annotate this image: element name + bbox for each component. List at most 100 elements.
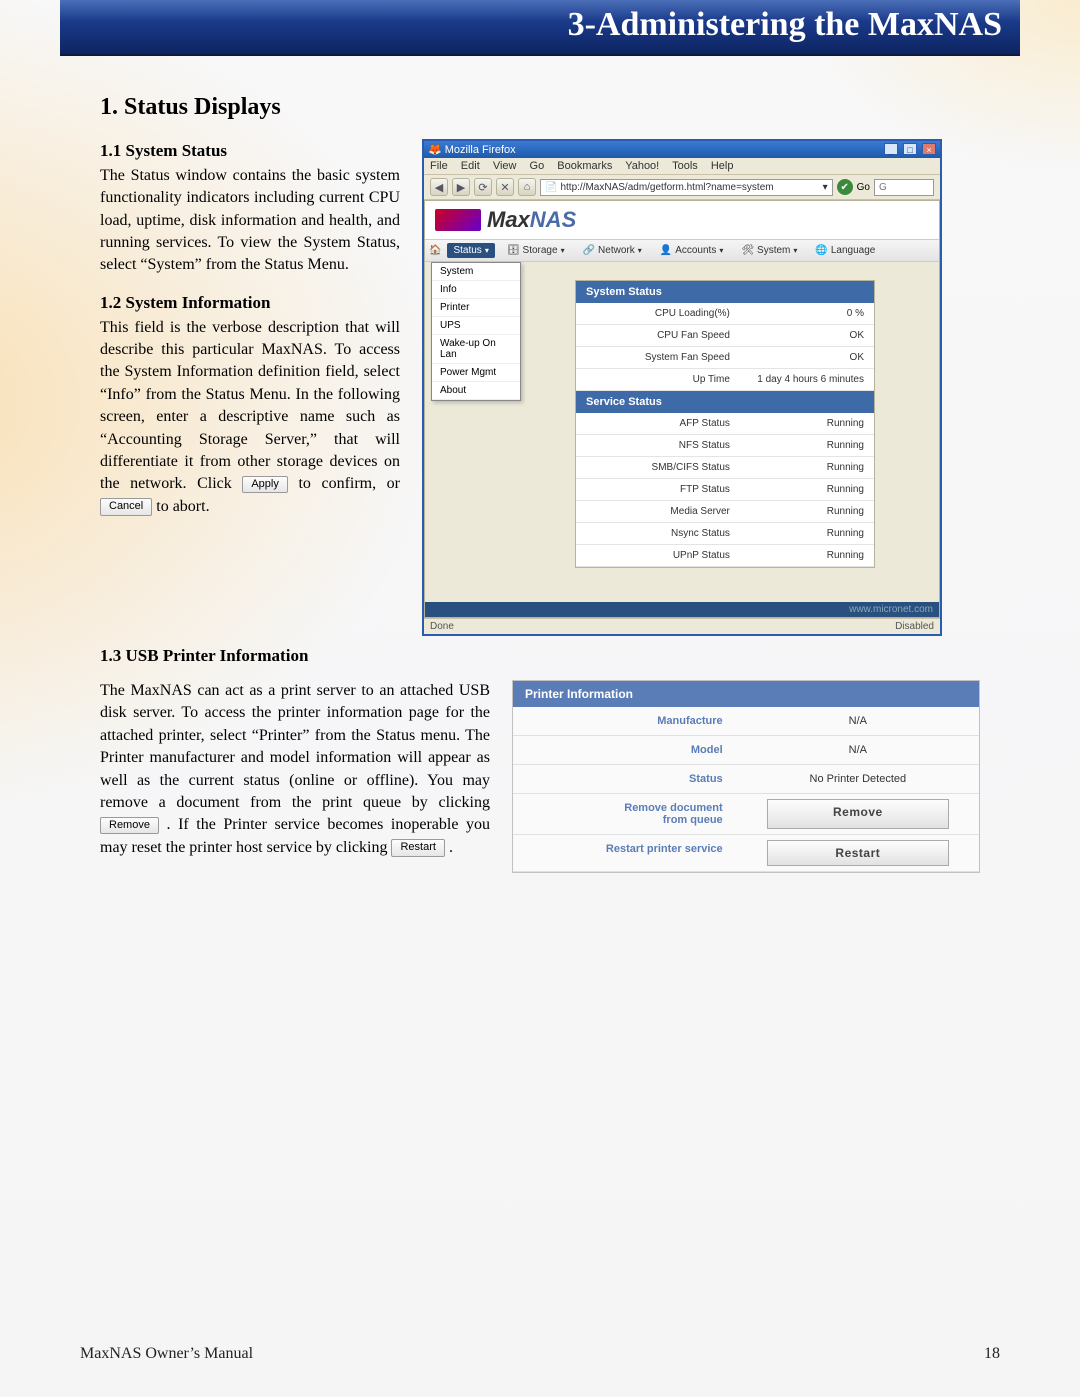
restart-button[interactable]: Restart xyxy=(767,840,949,866)
close-icon[interactable]: × xyxy=(922,143,936,155)
browser-window: 🦊 Mozilla Firefox _ □ × File Edit View G… xyxy=(422,139,942,636)
printer-label: Model xyxy=(513,736,737,764)
nav-storage[interactable]: 🗄 Storage ▾ xyxy=(501,243,571,258)
nav-accounts[interactable]: 👤 Accounts ▾ xyxy=(654,243,730,258)
row-label: Media Server xyxy=(576,501,740,523)
row-value: Running xyxy=(740,435,874,457)
nav-network[interactable]: 🔗 Network ▾ xyxy=(577,243,648,258)
printer-label: Manufacture xyxy=(513,707,737,735)
row-value: Running xyxy=(740,545,874,567)
dd-power[interactable]: Power Mgmt xyxy=(432,364,520,382)
dd-printer[interactable]: Printer xyxy=(432,299,520,317)
menu-tools[interactable]: Tools xyxy=(672,160,698,172)
printer-remove-label: Remove documentfrom queue xyxy=(513,794,737,834)
restart-chip-button[interactable]: Restart xyxy=(391,839,444,856)
service-status-head: Service Status xyxy=(576,391,874,413)
back-icon[interactable]: ◀ xyxy=(430,178,448,196)
row-value: Running xyxy=(740,479,874,501)
search-box[interactable]: G xyxy=(874,179,934,196)
page-icon: 📄 xyxy=(545,182,557,193)
status-dropdown[interactable]: System Info Printer UPS Wake-up On Lan P… xyxy=(431,262,521,401)
subhead-1-1: 1.1 System Status xyxy=(100,139,400,163)
home-icon[interactable]: ⌂ xyxy=(518,178,536,196)
row-label: System Fan Speed xyxy=(576,347,740,369)
footer-left: MaxNAS Owner’s Manual xyxy=(80,1345,253,1363)
address-url: http://MaxNAS/adm/getform.html?name=syst… xyxy=(560,182,773,193)
menu-edit[interactable]: Edit xyxy=(461,160,480,172)
dd-about[interactable]: About xyxy=(432,382,520,400)
row-label: SMB/CIFS Status xyxy=(576,457,740,479)
subhead-1-2: 1.2 System Information xyxy=(100,291,400,315)
row-value: Running xyxy=(740,501,874,523)
minimize-icon[interactable]: _ xyxy=(884,143,898,155)
nav-language[interactable]: 🌐 Language xyxy=(809,243,881,258)
window-title: 🦊 Mozilla Firefox xyxy=(428,143,516,156)
system-status-panel: System Status CPU Loading(%)0 % CPU Fan … xyxy=(575,280,875,568)
menu-help[interactable]: Help xyxy=(711,160,734,172)
menu-yahoo[interactable]: Yahoo! xyxy=(625,160,659,172)
printer-info-panel: Printer Information ManufactureN/A Model… xyxy=(512,680,980,873)
menu-bookmarks[interactable]: Bookmarks xyxy=(557,160,612,172)
stop-icon[interactable]: ✕ xyxy=(496,178,514,196)
status-done: Done xyxy=(430,621,454,632)
apply-button[interactable]: Apply xyxy=(242,476,288,493)
dropdown-icon[interactable]: ▾ xyxy=(823,182,828,193)
para-1-3: The MaxNAS can act as a print server to … xyxy=(100,680,490,859)
page-number: 18 xyxy=(984,1345,1000,1363)
status-disabled: Disabled xyxy=(895,621,934,632)
remove-chip-button[interactable]: Remove xyxy=(100,817,159,834)
row-label: CPU Fan Speed xyxy=(576,325,740,347)
printer-value: N/A xyxy=(737,707,979,735)
para-1-2: This field is the verbose description th… xyxy=(100,317,400,519)
para-1-1: The Status window contains the basic sys… xyxy=(100,165,400,277)
nav-system[interactable]: 🛠 System ▾ xyxy=(735,243,803,258)
micronet-logo xyxy=(435,209,481,231)
dd-info[interactable]: Info xyxy=(432,281,520,299)
row-value: 0 % xyxy=(740,303,874,325)
para-1-3-a: The MaxNAS can act as a print server to … xyxy=(100,682,490,811)
printer-label: Status xyxy=(513,765,737,793)
dd-system[interactable]: System xyxy=(432,263,520,281)
menu-go[interactable]: Go xyxy=(530,160,545,172)
row-value: OK xyxy=(740,347,874,369)
forward-icon[interactable]: ▶ xyxy=(452,178,470,196)
reload-icon[interactable]: ⟳ xyxy=(474,178,492,196)
row-label: Nsync Status xyxy=(576,523,740,545)
para-1-2-c: to abort. xyxy=(156,498,209,515)
remove-button[interactable]: Remove xyxy=(767,799,949,829)
row-value: Running xyxy=(740,413,874,435)
printer-info-head: Printer Information xyxy=(513,681,979,707)
dd-wol[interactable]: Wake-up On Lan xyxy=(432,335,520,364)
printer-restart-label: Restart printer service xyxy=(513,835,737,871)
printer-value: No Printer Detected xyxy=(737,765,979,793)
go-button[interactable]: ✔ xyxy=(837,179,853,195)
address-bar[interactable]: 📄 http://MaxNAS/adm/getform.html?name=sy… xyxy=(540,179,833,196)
nav-status[interactable]: Status ▾ xyxy=(447,243,494,258)
row-label: AFP Status xyxy=(576,413,740,435)
row-label: NFS Status xyxy=(576,435,740,457)
home-nav-icon[interactable]: 🏠 xyxy=(429,245,441,256)
window-controls[interactable]: _ □ × xyxy=(882,143,936,156)
row-value: Running xyxy=(740,457,874,479)
dd-ups[interactable]: UPS xyxy=(432,317,520,335)
row-value: 1 day 4 hours 6 minutes xyxy=(740,369,874,391)
para-1-2-b: to confirm, or xyxy=(298,475,400,492)
maximize-icon[interactable]: □ xyxy=(903,143,917,155)
go-label: Go xyxy=(857,182,870,193)
browser-menu-bar[interactable]: File Edit View Go Bookmarks Yahoo! Tools… xyxy=(424,158,940,174)
section-heading: 1. Status Displays xyxy=(100,94,980,121)
chevron-down-icon: ▾ xyxy=(485,246,489,255)
product-brand: MaxNAS xyxy=(487,207,576,233)
row-label: CPU Loading(%) xyxy=(576,303,740,325)
system-status-head: System Status xyxy=(576,281,874,303)
cancel-button[interactable]: Cancel xyxy=(100,498,152,515)
printer-value: N/A xyxy=(737,736,979,764)
row-label: FTP Status xyxy=(576,479,740,501)
menu-file[interactable]: File xyxy=(430,160,448,172)
para-1-2-a: This field is the verbose description th… xyxy=(100,319,400,493)
para-1-3-c: . xyxy=(449,839,453,856)
row-value: OK xyxy=(740,325,874,347)
micronet-link[interactable]: www.micronet.com xyxy=(425,602,939,617)
menu-view[interactable]: View xyxy=(493,160,517,172)
row-label: Up Time xyxy=(576,369,740,391)
